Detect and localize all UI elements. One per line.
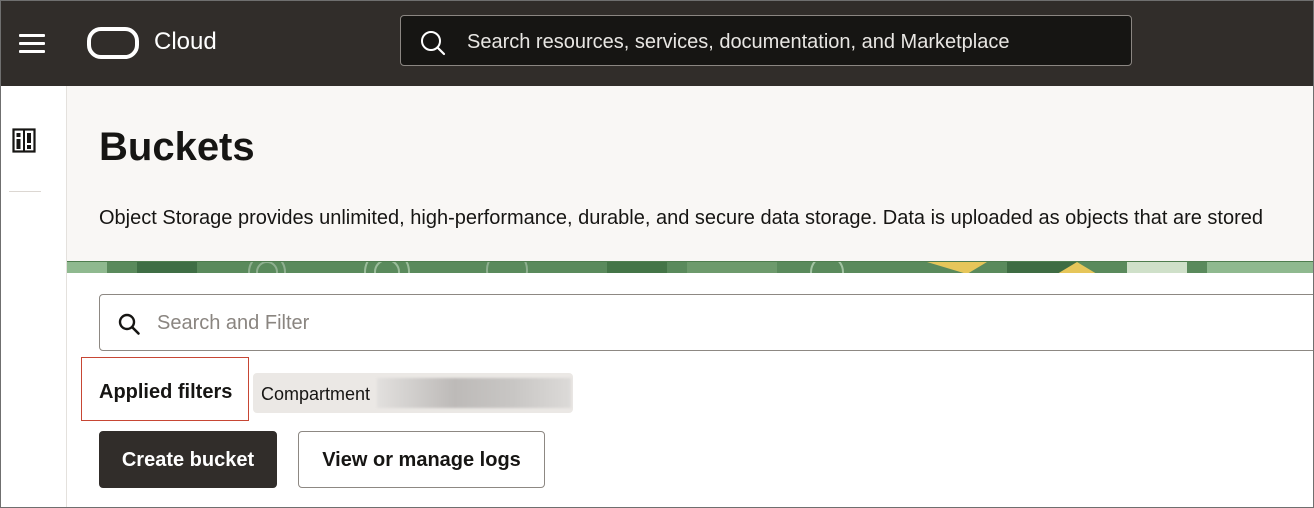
hamburger-menu-icon[interactable] [19, 34, 47, 54]
rail-divider [9, 191, 41, 192]
create-bucket-button[interactable]: Create bucket [99, 431, 277, 488]
search-icon [421, 31, 446, 56]
search-filter-field[interactable]: Search and Filter [99, 294, 1313, 351]
filter-chip-label: Compartment [261, 384, 371, 404]
decorative-banner [67, 261, 1313, 273]
banner-pattern [67, 261, 1313, 273]
page-header: Buckets Object Storage provides unlimite… [67, 86, 1313, 261]
search-filter-input[interactable]: Search and Filter [157, 312, 309, 334]
brand-name[interactable]: Cloud [154, 28, 217, 56]
page-title: Buckets [99, 125, 255, 169]
redacted-value [377, 378, 571, 408]
search-icon [118, 313, 140, 335]
view-manage-logs-button[interactable]: View or manage logs [298, 431, 545, 488]
side-rail [1, 86, 67, 507]
compartment-filter-chip[interactable]: Compartment [253, 373, 573, 413]
oracle-logo[interactable] [87, 27, 139, 59]
applied-filters-label: Applied filters [99, 381, 233, 403]
top-navigation-bar: Cloud Search resources, services, docume… [1, 1, 1313, 86]
page-description: Object Storage provides unlimited, high-… [99, 207, 1264, 229]
console-frame: Cloud Search resources, services, docume… [0, 0, 1314, 508]
global-search-input[interactable]: Search resources, services, documentatio… [467, 31, 1010, 53]
panel-layout-icon[interactable] [12, 128, 36, 154]
global-search-bar[interactable]: Search resources, services, documentatio… [400, 15, 1132, 66]
